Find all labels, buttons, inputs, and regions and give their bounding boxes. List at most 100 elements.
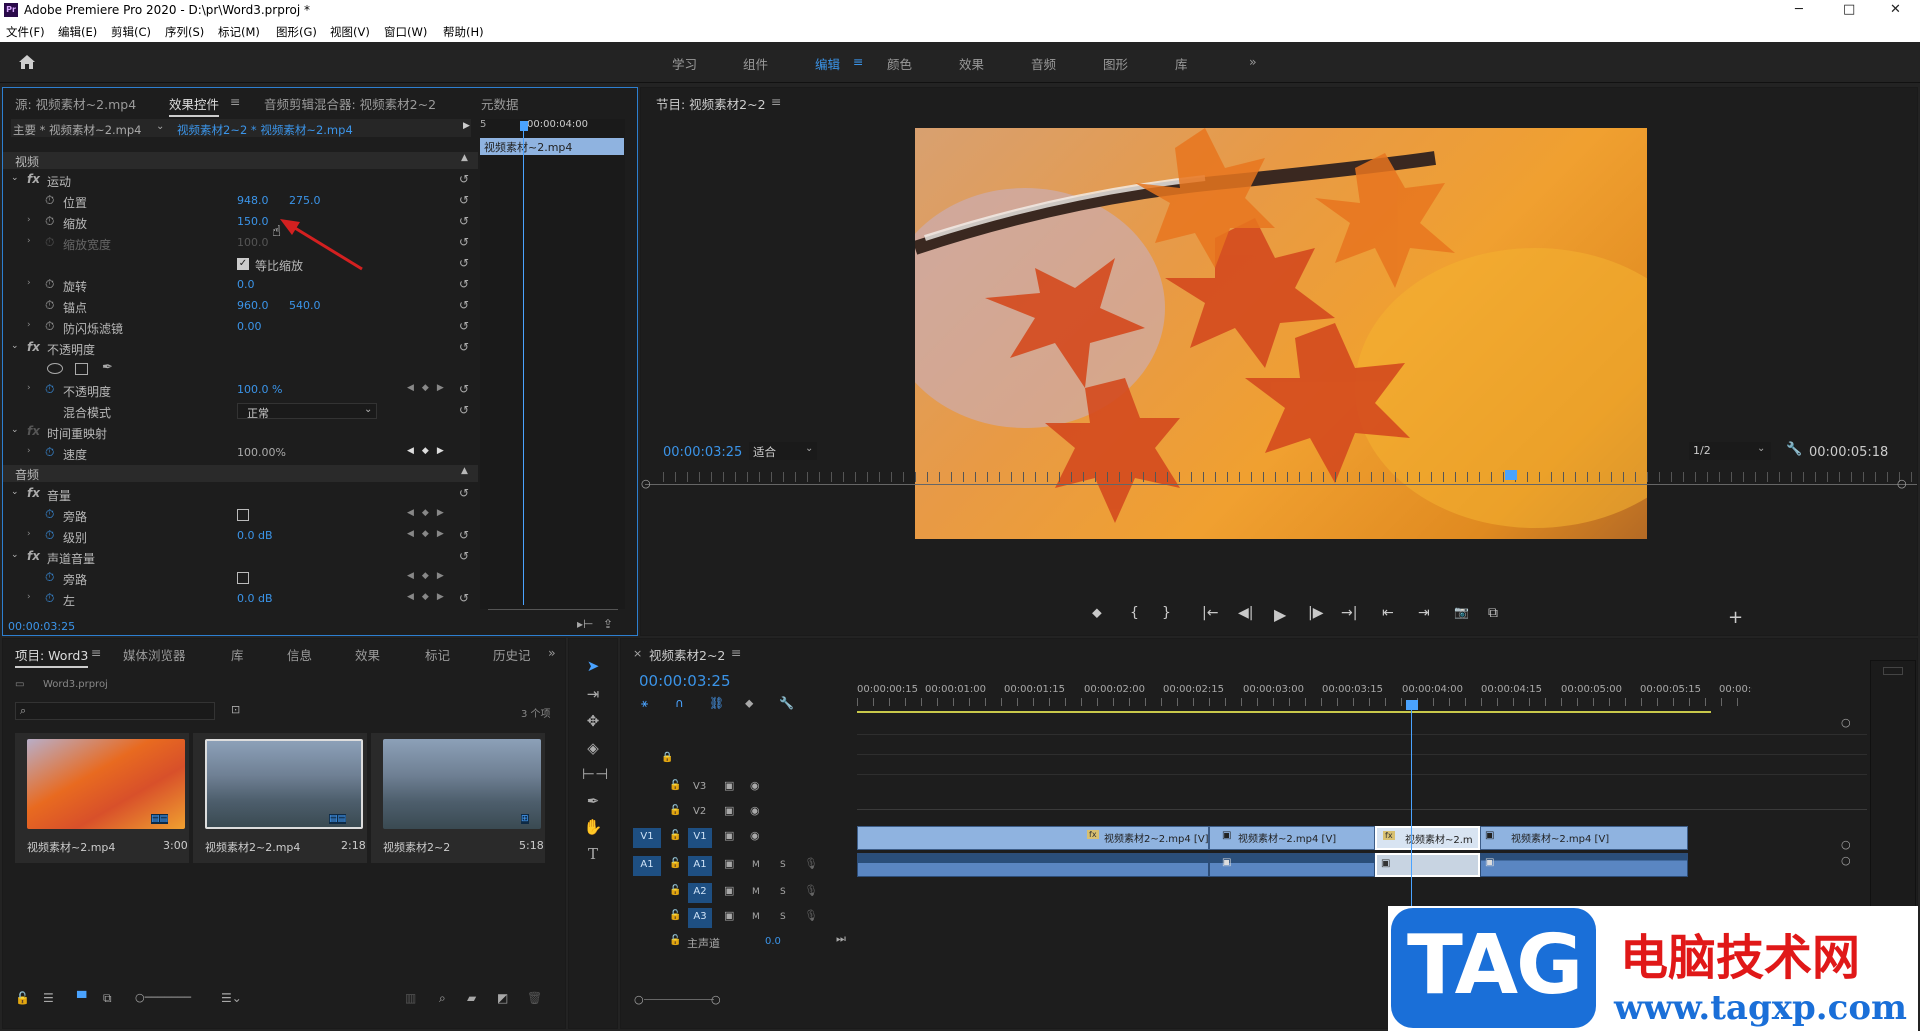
eye-icon[interactable]: ◉ <box>750 779 760 792</box>
mute-button[interactable]: M <box>752 887 760 897</box>
fx-icon[interactable]: fx <box>27 340 40 354</box>
tab-audio-mixer[interactable]: 音频剪辑混合器: 视频素材2~2 <box>264 94 436 113</box>
timeline-playhead-handle[interactable] <box>1406 700 1418 710</box>
solo-button[interactable]: S <box>780 860 786 870</box>
go-to-out-icon[interactable]: →| <box>1341 605 1357 621</box>
effect-mini-timeline[interactable]: 5 00:00:04:00 视频素材~2.mp4 <box>480 119 625 609</box>
slip-tool-icon[interactable]: ⊢⊣ <box>582 765 608 787</box>
sync-lock-icon[interactable]: ▣ <box>724 909 734 922</box>
zoom-slider[interactable]: ○─────── <box>135 991 191 1004</box>
workspace-learn[interactable]: 学习 <box>672 54 697 73</box>
add-marker-icon[interactable]: ⬥ <box>1092 605 1102 621</box>
new-bin-from-search-icon[interactable]: ⊡ <box>231 703 240 716</box>
icon-view-icon[interactable]: ▀ <box>77 991 86 1005</box>
reset-icon[interactable]: ↺ <box>459 277 469 291</box>
scale-value[interactable]: 150.0 <box>237 215 269 228</box>
timeline-ruler[interactable]: 00:00:00:15 00:00:01:00 00:00:01:15 00:0… <box>857 684 1752 710</box>
sync-lock-icon[interactable]: ▣ <box>724 857 734 870</box>
automate-icon[interactable]: ▥ <box>405 991 416 1005</box>
expand-icon[interactable]: › <box>27 383 31 393</box>
tab-project[interactable]: 项目: Word3 <box>15 645 89 668</box>
lock-icon[interactable]: 🔓 <box>669 935 681 946</box>
stopwatch-icon[interactable]: ⏱ <box>45 214 54 229</box>
stopwatch-icon[interactable]: ⏱ <box>45 382 54 397</box>
reset-icon[interactable]: ↺ <box>459 298 469 312</box>
stopwatch-icon[interactable]: ⏱ <box>45 277 54 292</box>
linked-selection-icon[interactable]: ⛓ <box>709 696 724 710</box>
video-clip[interactable]: ▣ 视频素材~2.mp4 [V] <box>1209 826 1375 850</box>
eye-icon[interactable]: ◉ <box>750 804 760 817</box>
sync-lock-icon[interactable]: ▣ <box>724 884 734 897</box>
track-select-tool-icon[interactable]: ⇥ <box>582 685 604 707</box>
track-label-a2[interactable]: A2 <box>688 883 712 903</box>
audio-clip[interactable]: ▣ <box>1480 853 1688 877</box>
reset-icon[interactable]: ↺ <box>459 528 469 542</box>
stopwatch-icon[interactable]: ⏱ <box>45 298 54 313</box>
play-button[interactable]: ▶ <box>1274 605 1286 624</box>
mini-zoom-bar[interactable] <box>488 609 618 610</box>
settings-wrench-icon[interactable]: 🔧 <box>779 696 794 710</box>
eye-icon[interactable]: ◉ <box>750 829 760 842</box>
quality-dropdown[interactable]: 1/2 ⌄ <box>1689 442 1771 460</box>
sequence-name[interactable]: 视频素材2~2 <box>383 839 450 855</box>
collapse-icon[interactable]: ▲ <box>461 153 468 163</box>
tab-menu-icon[interactable]: ≡ <box>91 645 101 660</box>
bypass-checkbox[interactable] <box>237 509 249 521</box>
play-only-icon[interactable]: ▶ <box>463 121 470 131</box>
mark-in-icon[interactable]: { <box>1130 605 1139 621</box>
track-label-v3[interactable]: V3 <box>693 781 706 792</box>
menu-graphics[interactable]: 图形(G) <box>276 24 317 40</box>
track-label-v2[interactable]: V2 <box>693 806 706 817</box>
rotation-value[interactable]: 0.0 <box>237 278 255 291</box>
fx-icon[interactable]: fx <box>27 549 40 563</box>
workspace-color[interactable]: 颜色 <box>887 54 912 73</box>
menu-edit[interactable]: 编辑(E) <box>58 24 97 40</box>
add-button[interactable]: + <box>1728 607 1743 628</box>
type-tool-icon[interactable]: T <box>582 845 604 867</box>
workspace-graphics[interactable]: 图形 <box>1103 54 1128 73</box>
add-marker-icon[interactable]: ⬥ <box>745 696 753 711</box>
minimize-button[interactable]: ─ <box>1795 2 1803 17</box>
sequence-thumbnail[interactable] <box>383 739 541 829</box>
export-frame-icon[interactable]: 📷 <box>1454 605 1469 619</box>
vertical-scroll-top[interactable]: ○ <box>1841 716 1851 729</box>
stopwatch-icon[interactable]: ⏱ <box>45 528 54 543</box>
go-to-end-icon[interactable]: ⏭ <box>836 932 846 946</box>
timeline-title[interactable]: 视频素材2~2 <box>649 645 725 664</box>
menu-window[interactable]: 窗口(W) <box>384 24 427 40</box>
track-label-a3[interactable]: A3 <box>688 908 712 928</box>
blend-mode-dropdown[interactable]: 正常 ⌄ <box>237 403 377 420</box>
mini-playhead[interactable] <box>523 129 524 605</box>
vertical-scroll-mid[interactable]: ○ <box>1841 838 1851 851</box>
mini-playhead-handle[interactable] <box>520 121 528 131</box>
menu-view[interactable]: 视图(V) <box>330 24 370 40</box>
keyframe-nav-icon[interactable]: ◀◆▶ <box>407 508 452 518</box>
pen-tool-icon[interactable]: ✒ <box>582 792 604 814</box>
trash-icon[interactable]: 🗑 <box>527 991 542 1005</box>
chevron-down-icon[interactable]: ⌄ <box>156 121 164 132</box>
ellipse-mask-icon[interactable] <box>47 363 63 374</box>
selected-audio-clip[interactable]: ▣ <box>1375 853 1480 877</box>
keyframe-nav-icon[interactable]: ◀◆▶ <box>407 529 452 539</box>
export-icon[interactable]: ⇪ <box>603 617 613 631</box>
rectangle-mask-icon[interactable] <box>75 363 88 375</box>
step-forward-icon[interactable]: |▶ <box>1308 605 1323 621</box>
project-item[interactable]: ▤▤ 视频素材~2.mp4 3:00 <box>15 733 189 863</box>
workspace-more-button[interactable]: » <box>1249 54 1257 69</box>
workspace-menu-icon[interactable]: ≡ <box>853 54 863 69</box>
keyframe-nav-icon[interactable]: ◀◆▶ <box>407 383 452 393</box>
expand-icon[interactable]: ⌄ <box>11 341 19 351</box>
master-clip-label[interactable]: 主要 * 视频素材~2.mp4 <box>13 122 142 138</box>
lock-icon[interactable]: 🔓 <box>669 885 681 896</box>
bypass2-checkbox[interactable] <box>237 572 249 584</box>
lift-icon[interactable]: ⇤ <box>1382 605 1394 621</box>
project-search-input[interactable]: ⌕ <box>15 702 215 720</box>
tab-markers[interactable]: 标记 <box>425 645 450 664</box>
tab-effects[interactable]: 效果 <box>355 645 380 664</box>
wrench-icon[interactable]: 🔧 <box>1786 442 1802 457</box>
workspace-assembly[interactable]: 组件 <box>743 54 768 73</box>
keyframe-nav-icon[interactable]: ◀◆▶ <box>407 446 452 456</box>
sort-icon[interactable]: ☰⌄ <box>221 991 242 1005</box>
sequence-clip-label[interactable]: 视频素材2~2 * 视频素材~2.mp4 <box>177 122 353 138</box>
timeline-menu-icon[interactable]: ≡ <box>731 645 741 660</box>
